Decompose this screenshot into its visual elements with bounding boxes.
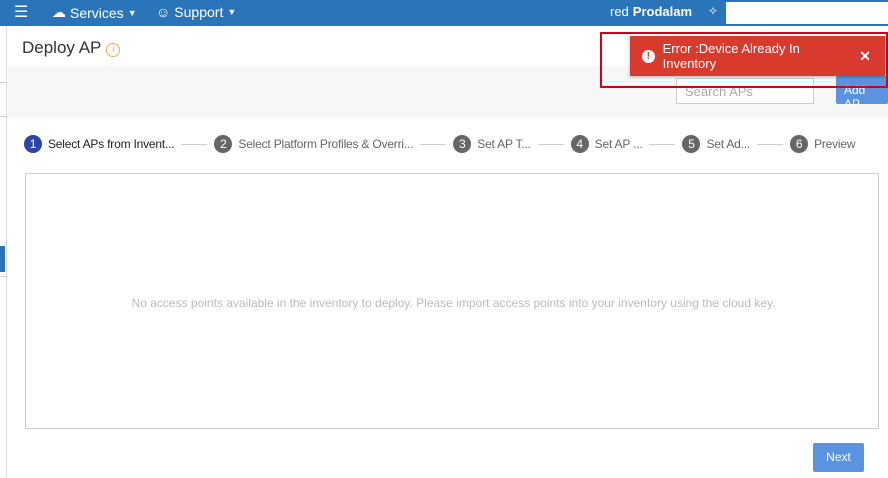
step-4[interactable]: 4 Set AP ...	[570, 135, 643, 153]
sparkle-icon[interactable]: ✧	[708, 4, 718, 18]
step-label: Preview	[814, 137, 856, 151]
ap-list-panel: No access points available in the invent…	[25, 173, 879, 429]
user-last-name: Prodalam	[632, 4, 693, 19]
hamburger-menu-icon[interactable]: ☰	[14, 2, 28, 22]
step-connector	[181, 143, 208, 145]
step-number: 2	[214, 135, 233, 153]
step-number: 3	[453, 135, 472, 153]
step-number: 4	[570, 135, 589, 153]
support-label: Support	[174, 4, 224, 20]
step-label: Set AP ...	[594, 137, 643, 151]
step-2[interactable]: 2 Select Platform Profiles & Overri...	[214, 135, 413, 153]
step-5[interactable]: 5 Set Ad...	[682, 135, 750, 153]
page-title: Deploy AP	[22, 38, 102, 57]
services-menu[interactable]: ☁ Services ▼	[52, 4, 137, 21]
step-1[interactable]: 1 Select APs from Invent...	[24, 135, 175, 153]
step-connector	[537, 143, 564, 145]
step-number: 5	[682, 135, 701, 153]
error-message: Error :Device Already In Inventory	[662, 41, 800, 71]
step-connector	[420, 143, 447, 145]
step-3[interactable]: 3 Set AP T...	[453, 135, 531, 153]
info-icon[interactable]: i	[106, 43, 121, 57]
error-toast: ! Error :Device Already In Inventory ✕	[630, 36, 885, 76]
step-number: 6	[790, 135, 809, 153]
error-icon: !	[642, 49, 655, 63]
wizard-steps: 1 Select APs from Invent... 2 Select Platf…	[24, 135, 856, 153]
step-label: Set AP T...	[477, 137, 531, 151]
redacted-area	[726, 2, 888, 24]
step-label: Set Ad...	[706, 137, 751, 151]
step-connector	[757, 143, 784, 145]
empty-state-message: No access points available in the invent…	[131, 296, 776, 310]
cloud-icon: ☁	[52, 4, 66, 20]
next-button[interactable]: Next	[813, 443, 864, 472]
left-sidebar	[0, 26, 7, 478]
step-label: Select APs from Invent...	[48, 137, 175, 151]
step-connector	[649, 143, 676, 145]
user-name[interactable]: red Prodalam	[610, 4, 692, 19]
sidebar-active-indicator[interactable]	[0, 246, 5, 272]
step-label: Select Platform Profiles & Overri...	[238, 137, 414, 151]
support-icon: ☺	[156, 4, 171, 20]
step-number: 1	[24, 135, 42, 153]
caret-down-icon: ▼	[227, 7, 237, 17]
services-label: Services	[70, 4, 124, 21]
support-menu[interactable]: ☺ Support ▼	[156, 4, 236, 20]
close-icon[interactable]: ✕	[859, 48, 871, 65]
user-prefix: red	[610, 4, 629, 19]
step-6[interactable]: 6 Preview	[790, 135, 856, 153]
caret-down-icon: ▼	[127, 7, 137, 18]
